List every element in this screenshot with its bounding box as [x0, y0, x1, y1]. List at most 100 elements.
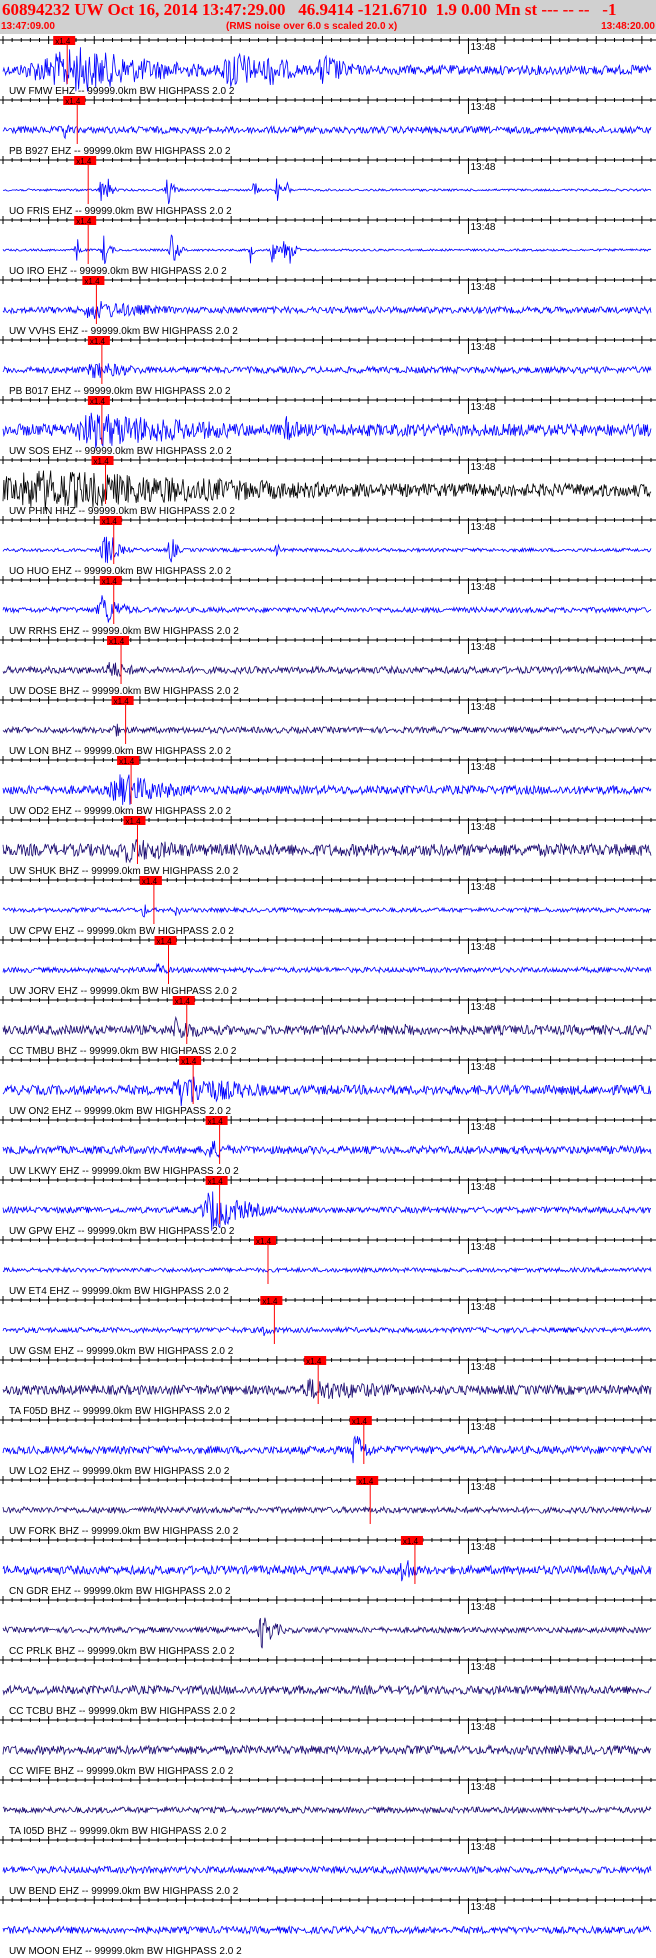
- station-label: TA I05D BHZ -- 99999.0km BW HIGHPASS 2.0…: [9, 1826, 227, 1837]
- trace-row: 13:48 x1.4 TA F05D BHZ -- 99999.0km BW HIG…: [0, 1356, 656, 1417]
- end-time: 13:48:20.00: [601, 21, 655, 32]
- minute-label: 13:48: [470, 1302, 495, 1313]
- station-label: PB B017 EHZ -- 99999.0km BW HIGHPASS 2.0…: [9, 386, 231, 397]
- minute-label: 13:48: [470, 1602, 495, 1613]
- waveform-trace: [2, 1744, 652, 1756]
- minute-label: 13:48: [470, 222, 495, 233]
- minute-label: 13:48: [470, 522, 495, 533]
- trace-row: 13:48 x1.4 UW GSM EHZ -- 99999.0km BW HIGH…: [0, 1296, 656, 1357]
- station-label: CC PRLK BHZ -- 99999.0km BW HIGHPASS 2.0…: [9, 1646, 235, 1657]
- pick-label: x1.4: [142, 877, 158, 886]
- waveform-trace: [2, 723, 652, 737]
- trace-row: 13:48 x1.4 PB B017 EHZ -- 99999.0km BW HIG…: [0, 336, 656, 397]
- station-label: UW DOSE BHZ -- 99999.0km BW HIGHPASS 2.0…: [9, 686, 239, 697]
- trace-row: 13:48 x1.4 UW ET4 EHZ -- 99999.0km BW HIGH…: [0, 1236, 656, 1297]
- minute-label: 13:48: [470, 1782, 495, 1793]
- trace-row: 13:48 x1.4 UW LKWY EHZ -- 99999.0km BW HIG…: [0, 1116, 656, 1177]
- trace-row: 13:48 x1.4 UW SHUK BHZ -- 99999.0km BW HIG…: [0, 816, 656, 877]
- waveform-trace: [2, 1266, 652, 1274]
- station-label: UW FORK BHZ -- 99999.0km BW HIGHPASS 2.0…: [9, 1526, 239, 1537]
- minute-label: 13:48: [470, 1002, 495, 1013]
- minute-label: 13:48: [470, 1842, 495, 1853]
- minute-label: 13:48: [470, 1482, 495, 1493]
- station-label: UO HUO EHZ -- 99999.0km BW HIGHPASS 2.0 …: [9, 566, 232, 577]
- minute-label: 13:48: [470, 1122, 495, 1133]
- minute-label: 13:48: [470, 822, 495, 833]
- waveform-trace: [2, 1805, 652, 1815]
- waveform-trace: [2, 363, 652, 379]
- station-label: UW LKWY EHZ -- 99999.0km BW HIGHPASS 2.0…: [9, 1166, 239, 1177]
- minute-label: 13:48: [470, 582, 495, 593]
- minute-label: 13:48: [470, 402, 495, 413]
- waveform-trace: [2, 1140, 652, 1158]
- minute-label: 13:48: [470, 1662, 495, 1673]
- pick-label: x1.4: [55, 37, 71, 46]
- pick-label: x1.4: [306, 1357, 322, 1366]
- waveform-trace: [2, 1378, 652, 1400]
- pick-label: x1.4: [90, 337, 106, 346]
- station-label: UW RRHS EHZ -- 99999.0km BW HIGHPASS 2.0…: [9, 626, 239, 637]
- minute-label: 13:48: [470, 1242, 495, 1253]
- station-label: UO FRIS EHZ -- 99999.0km BW HIGHPASS 2.0…: [9, 206, 232, 217]
- seismogram-plot: 13:48x1.4UW FMW EHZ -- 99999.0km BW HIGH…: [0, 36, 656, 1957]
- trace-row: 13:48 CC PRLK BHZ -- 99999.0km BW HIGHPAS…: [0, 1596, 656, 1657]
- waveform-trace: [2, 661, 652, 678]
- trace-row: 13:48 x1.4 UW OD2 EHZ -- 99999.0km BW HIGH…: [0, 756, 656, 817]
- minute-label: 13:48: [470, 1422, 495, 1433]
- waveform-trace: [2, 470, 652, 511]
- pick-label: x1.4: [262, 1297, 278, 1306]
- trace-row: 13:48 x1.4 CC TMBU BHZ -- 99999.0km BW HIG…: [0, 996, 656, 1057]
- trace-row: 13:48 TA I05D BHZ -- 99999.0km BW HIGHPAS…: [0, 1776, 656, 1837]
- trace-row: 13:48 x1.4 UO IRO EHZ -- 99999.0km BW HIGH…: [0, 216, 656, 277]
- trace-row: 13:48 x1.4 UW CPW EHZ -- 99999.0km BW HIGH…: [0, 876, 656, 937]
- waveform-trace: [2, 412, 652, 449]
- minute-label: 13:48: [470, 1062, 495, 1073]
- station-label: UW GPW EHZ -- 99999.0km BW HIGHPASS 2.0 …: [9, 1226, 235, 1237]
- waveform-trace: [2, 300, 652, 320]
- trace-row: 13:48 x1.4 UW JORV EHZ -- 99999.0km BW HIG…: [0, 936, 656, 997]
- trace-row: 13:48 x1.4 UO FRIS EHZ -- 99999.0km BW HIG…: [0, 156, 656, 217]
- pick-label: x1.4: [358, 1477, 374, 1486]
- pick-label: x1.4: [76, 157, 92, 166]
- minute-label: 13:48: [470, 642, 495, 653]
- waveform-trace: [2, 1435, 652, 1464]
- station-label: UW VVHS EHZ -- 99999.0km BW HIGHPASS 2.0…: [9, 326, 238, 337]
- waveform-trace: [2, 1617, 652, 1649]
- waveform-trace: [2, 1076, 652, 1107]
- trace-row: 13:48 x1.4 UW LON BHZ -- 99999.0km BW HIGH…: [0, 696, 656, 757]
- pick-label: x1.4: [181, 1057, 197, 1066]
- pick-label: x1.4: [157, 937, 173, 946]
- station-label: UW ON2 EHZ -- 99999.0km BW HIGHPASS 2.0 …: [9, 1106, 232, 1117]
- waveform-trace: [2, 1505, 652, 1515]
- pick-label: x1.4: [175, 997, 191, 1006]
- station-label: UW MOON EHZ -- 99999.0km BW HIGHPASS 2.0…: [9, 1946, 242, 1957]
- station-label: CN GDR EHZ -- 99999.0km BW HIGHPASS 2.0 …: [9, 1586, 231, 1597]
- pick-label: x1.4: [94, 457, 110, 466]
- pick-label: x1.4: [119, 757, 135, 766]
- station-label: TA F05D BHZ -- 99999.0km BW HIGHPASS 2.0…: [9, 1406, 230, 1417]
- waveform-trace: [2, 774, 652, 805]
- station-label: CC TCBU BHZ -- 99999.0km BW HIGHPASS 2.0…: [9, 1706, 236, 1717]
- waveform-trace: [2, 1925, 652, 1935]
- minute-label: 13:48: [470, 282, 495, 293]
- station-label: UW OD2 EHZ -- 99999.0km BW HIGHPASS 2.0 …: [9, 806, 232, 817]
- trace-row: 13:48 x1.4 CN GDR EHZ -- 99999.0km BW HIGH…: [0, 1536, 656, 1597]
- waveform-trace: [2, 839, 652, 864]
- waveform-trace: [2, 595, 652, 623]
- waveform-trace: [2, 1865, 652, 1875]
- minute-label: 13:48: [470, 342, 495, 353]
- station-label: UW LON BHZ -- 99999.0km BW HIGHPASS 2.0 …: [9, 746, 232, 757]
- station-label: CC TMBU BHZ -- 99999.0km BW HIGHPASS 2.0…: [9, 1046, 237, 1057]
- pick-label: x1.4: [208, 1117, 224, 1126]
- minute-label: 13:48: [470, 762, 495, 773]
- minute-label: 13:48: [470, 702, 495, 713]
- minute-label: 13:48: [470, 1362, 495, 1373]
- trace-row: 13:48 x1.4 PB B927 EHZ -- 99999.0km BW HIG…: [0, 96, 656, 157]
- pick-label: x1.4: [65, 97, 81, 106]
- waveform-trace: [2, 536, 652, 564]
- trace-row: 13:48 x1.4 UW FORK BHZ -- 99999.0km BW HIG…: [0, 1476, 656, 1537]
- trace-row: 13:48 CC TCBU BHZ -- 99999.0km BW HIGHPAS…: [0, 1656, 656, 1717]
- pick-label: x1.4: [256, 1237, 272, 1246]
- station-label: UO IRO EHZ -- 99999.0km BW HIGHPASS 2.0 …: [9, 266, 227, 277]
- waveform-trace: [2, 1560, 652, 1582]
